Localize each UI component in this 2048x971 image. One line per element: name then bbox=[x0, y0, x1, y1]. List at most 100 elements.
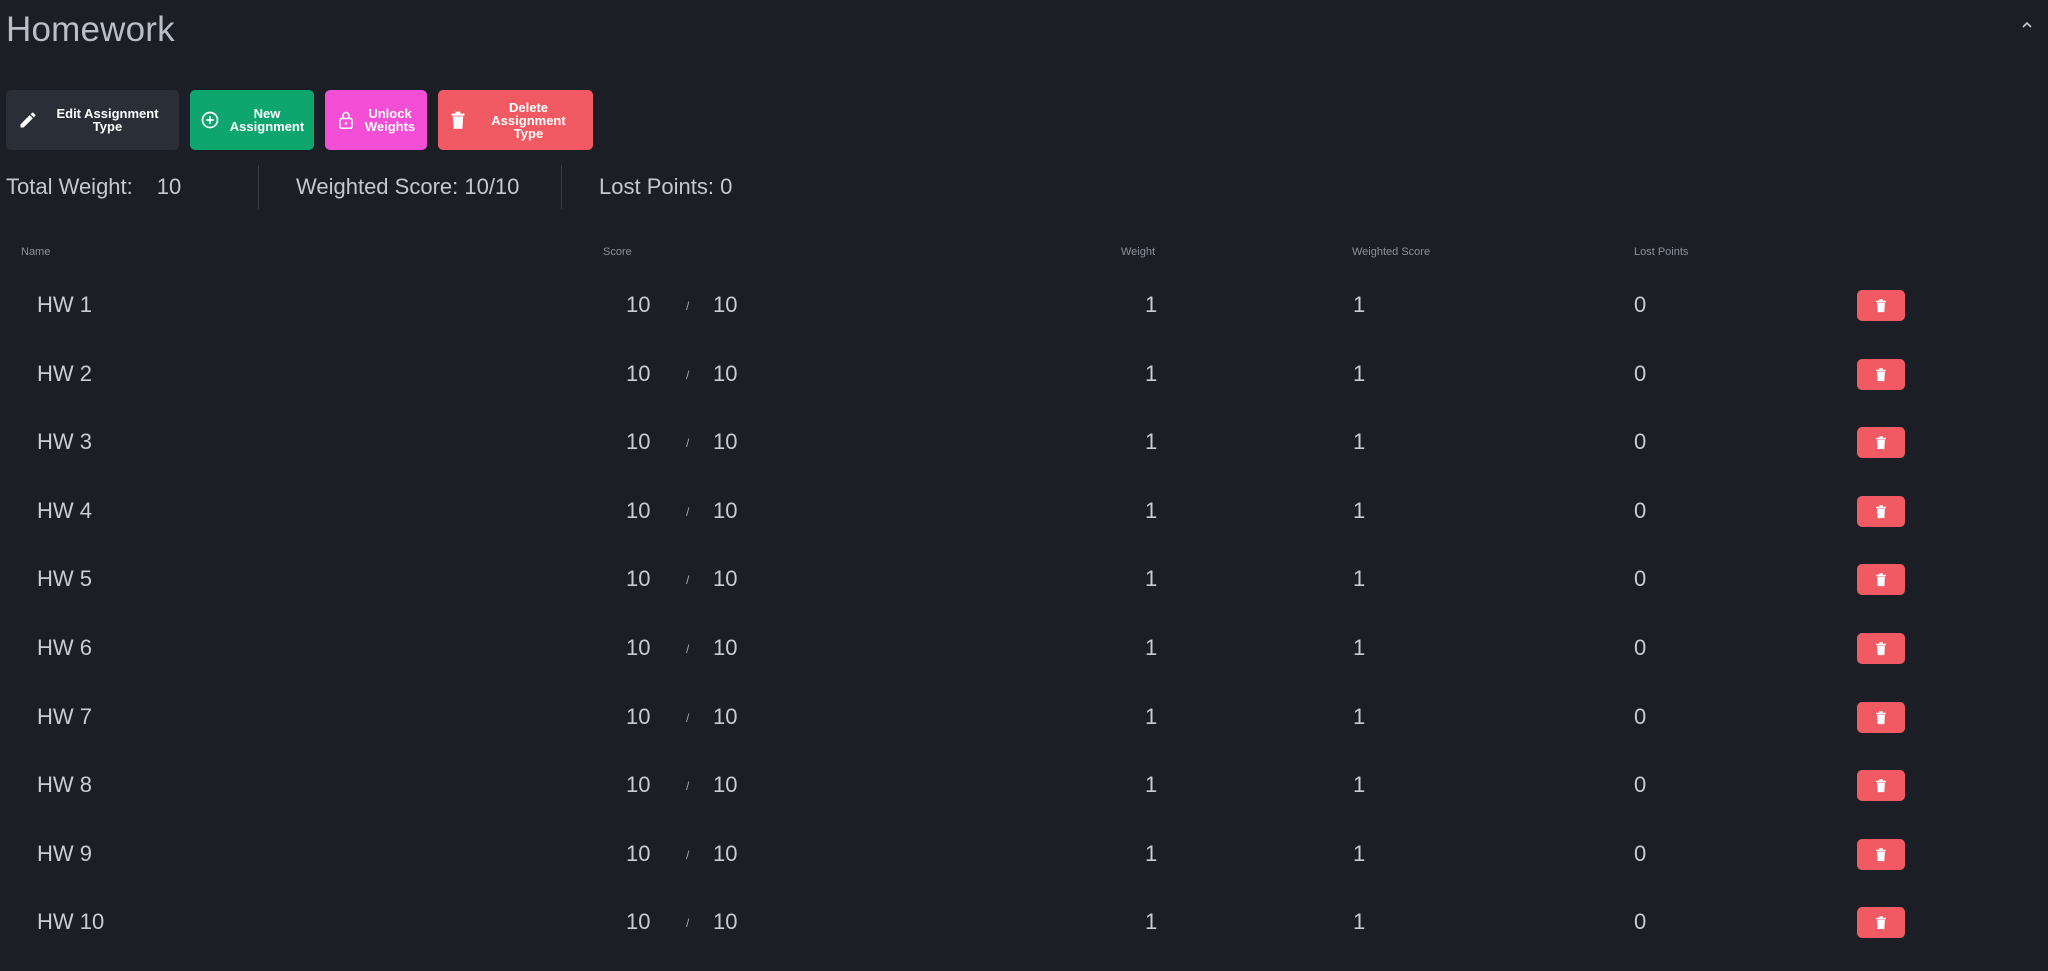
assignment-name[interactable]: HW 8 bbox=[37, 772, 92, 798]
weighted-score-value: 1 bbox=[1353, 772, 1366, 798]
header-weighted-score: Weighted Score bbox=[1352, 246, 1431, 258]
score-input[interactable]: 10 bbox=[626, 704, 650, 730]
trash-icon bbox=[1876, 779, 1886, 793]
trash-icon bbox=[1876, 847, 1886, 861]
trash-icon bbox=[1876, 436, 1886, 450]
assignment-name[interactable]: HW 1 bbox=[37, 292, 92, 318]
score-separator: / bbox=[686, 641, 690, 656]
max-score-input[interactable]: 10 bbox=[713, 772, 737, 798]
weighted-score-value: 1 bbox=[1353, 840, 1366, 866]
table-row: HW 7 10 / 10 1 1 0 bbox=[0, 694, 2048, 763]
header-lost-points: Lost Points bbox=[1634, 246, 1689, 258]
lost-points-value: 0 bbox=[1634, 634, 1647, 660]
score-separator: / bbox=[686, 367, 690, 382]
weighted-score-value: 1 bbox=[1353, 429, 1366, 455]
delete-row-button[interactable] bbox=[1857, 564, 1905, 596]
delete-assignment-type-button[interactable]: Delete Assignment Type bbox=[438, 90, 593, 150]
lost-points-value: 0 bbox=[1634, 772, 1647, 798]
weight-value: 1 bbox=[1145, 772, 1158, 798]
weighted-score-value: 1 bbox=[1353, 360, 1366, 386]
weight-value: 1 bbox=[1145, 497, 1158, 523]
lost-points-summary: Lost Points: 0 bbox=[599, 174, 733, 199]
score-input[interactable]: 10 bbox=[626, 841, 650, 867]
chevron-up-icon[interactable] bbox=[2020, 18, 2034, 32]
new-assignment-button[interactable]: New Assignment bbox=[190, 90, 314, 150]
weight-value: 1 bbox=[1145, 429, 1158, 455]
assignment-name[interactable]: HW 3 bbox=[37, 429, 92, 455]
table-row: HW 10 10 / 10 1 1 0 bbox=[0, 899, 2048, 968]
header-score: Score bbox=[603, 246, 632, 258]
score-separator: / bbox=[686, 504, 690, 519]
table-header: Name Score Weight Weighted Score Lost Po… bbox=[0, 246, 2048, 260]
score-input[interactable]: 10 bbox=[626, 498, 650, 524]
weighted-score-value: 1 bbox=[1353, 292, 1366, 317]
trash-icon bbox=[1876, 504, 1886, 518]
weight-value: 1 bbox=[1145, 840, 1158, 866]
delete-row-button[interactable] bbox=[1857, 495, 1905, 527]
score-separator: / bbox=[686, 847, 690, 862]
max-score-input[interactable]: 10 bbox=[713, 635, 737, 661]
pencil-icon bbox=[20, 112, 36, 128]
delete-row-button[interactable] bbox=[1857, 770, 1905, 802]
score-input[interactable]: 10 bbox=[626, 909, 650, 935]
max-score-input[interactable]: 10 bbox=[713, 498, 737, 524]
max-score-input[interactable]: 10 bbox=[713, 566, 737, 592]
delete-row-button[interactable] bbox=[1857, 632, 1905, 664]
score-separator: / bbox=[686, 916, 690, 931]
assignment-name[interactable]: HW 9 bbox=[37, 841, 92, 867]
edit-assignment-type-button[interactable]: Edit Assignment Type bbox=[6, 90, 179, 150]
assignment-name[interactable]: HW 4 bbox=[37, 498, 92, 524]
weighted-score-value: 1 bbox=[1353, 497, 1366, 523]
toolbar: Edit Assignment Type New Assignment Unlo… bbox=[6, 90, 593, 150]
max-score-input[interactable]: 10 bbox=[713, 429, 737, 455]
delete-row-button[interactable] bbox=[1857, 290, 1905, 321]
trash-icon bbox=[1876, 642, 1886, 656]
max-score-input[interactable]: 10 bbox=[713, 292, 737, 318]
delete-row-button[interactable] bbox=[1857, 838, 1905, 870]
homework-section: Homework Edit Assignment Type New Assign… bbox=[0, 0, 2048, 971]
unlock-weights-button[interactable]: Unlock Weights bbox=[325, 90, 427, 150]
score-input[interactable]: 10 bbox=[626, 292, 650, 318]
assignment-name[interactable]: HW 10 bbox=[37, 909, 104, 935]
max-score-input[interactable]: 10 bbox=[713, 909, 737, 935]
trash-icon bbox=[1876, 367, 1886, 381]
lost-points-value: 0 bbox=[1634, 703, 1647, 729]
weighted-score-value: 1 bbox=[1353, 909, 1366, 935]
assignment-name[interactable]: HW 6 bbox=[37, 635, 92, 661]
max-score-input[interactable]: 10 bbox=[713, 841, 737, 867]
max-score-input[interactable]: 10 bbox=[713, 704, 737, 730]
lost-points-value: 0 bbox=[1634, 566, 1647, 592]
score-separator: / bbox=[686, 573, 690, 588]
weighted-score-summary: Weighted Score: 10/10 bbox=[296, 174, 520, 199]
table-row: HW 6 10 / 10 1 1 0 bbox=[0, 625, 2048, 694]
score-input[interactable]: 10 bbox=[626, 429, 650, 455]
max-score-input[interactable]: 10 bbox=[713, 361, 737, 387]
lost-points-value: 0 bbox=[1634, 497, 1647, 523]
table-row: HW 4 10 / 10 1 1 0 bbox=[0, 488, 2048, 557]
score-input[interactable]: 10 bbox=[626, 635, 650, 661]
header-name: Name bbox=[21, 246, 51, 258]
delete-assignment-type-label: Delete Assignment Type bbox=[491, 99, 566, 141]
edit-assignment-type-label: Edit Assignment Type bbox=[56, 106, 159, 134]
delete-row-button[interactable] bbox=[1857, 701, 1905, 733]
delete-row-button[interactable] bbox=[1857, 358, 1905, 390]
assignment-table: HW 1 10 / 10 1 1 0 HW 2 10 / 10 1 1 0 HW… bbox=[0, 282, 2048, 968]
lost-points-value: 0 bbox=[1634, 360, 1647, 386]
assignment-name[interactable]: HW 2 bbox=[37, 361, 92, 387]
score-separator: / bbox=[686, 779, 690, 794]
delete-row-button[interactable] bbox=[1857, 907, 1905, 939]
section-title: Homework bbox=[6, 10, 175, 49]
table-row: HW 1 10 / 10 1 1 0 bbox=[0, 282, 2048, 351]
stats-bar: Total Weight: 10 Weighted Score: 10/10 L… bbox=[6, 165, 732, 209]
assignment-name[interactable]: HW 7 bbox=[37, 704, 92, 730]
table-row: HW 8 10 / 10 1 1 0 bbox=[0, 762, 2048, 831]
plus-circle-icon bbox=[201, 111, 219, 129]
assignment-name[interactable]: HW 5 bbox=[37, 566, 92, 592]
table-row: HW 3 10 / 10 1 1 0 bbox=[0, 419, 2048, 488]
score-input[interactable]: 10 bbox=[626, 566, 650, 592]
lost-points-value: 0 bbox=[1634, 292, 1647, 317]
score-input[interactable]: 10 bbox=[626, 772, 650, 798]
delete-row-button[interactable] bbox=[1857, 427, 1905, 459]
weight-value: 1 bbox=[1145, 292, 1158, 317]
score-input[interactable]: 10 bbox=[626, 361, 650, 387]
